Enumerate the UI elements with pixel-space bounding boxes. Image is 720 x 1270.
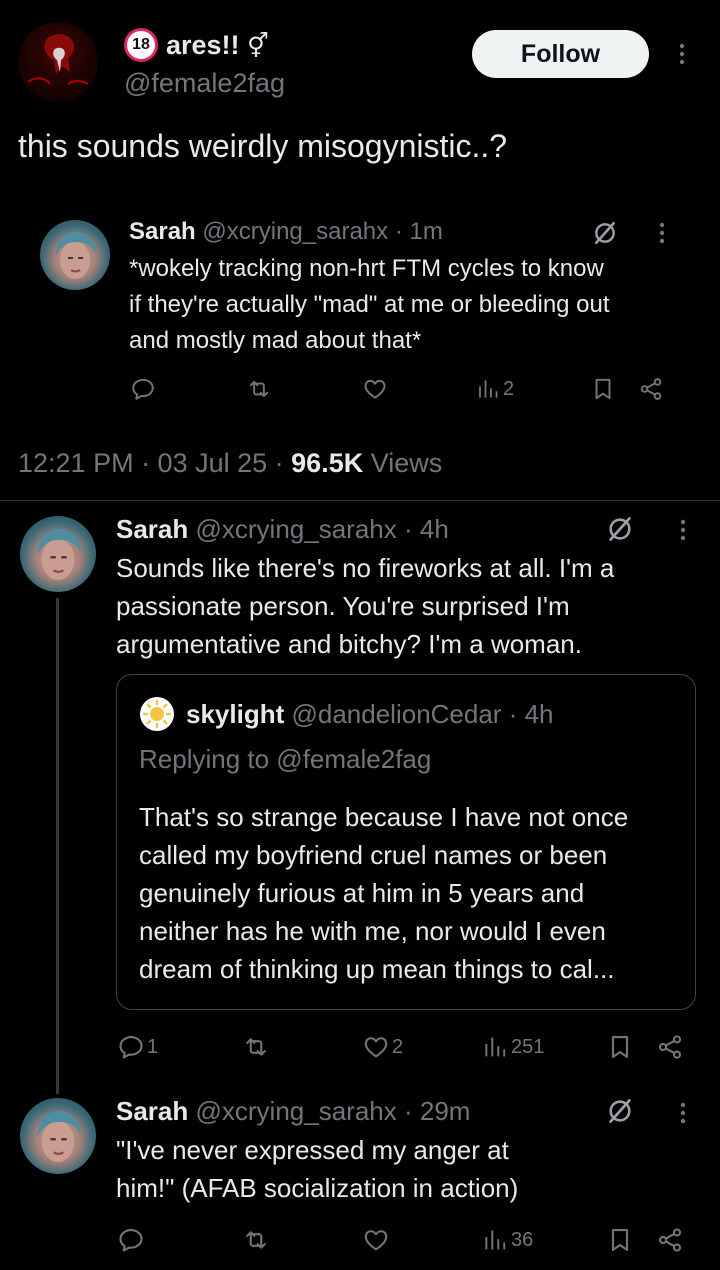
views-count: 251 [511,1035,545,1058]
author-handle[interactable]: @female2fag [124,64,285,102]
reply-text-line: "I've never expressed my anger at [116,1135,509,1165]
bookmark-icon[interactable] [606,1226,634,1254]
quoted-text-line: and mostly mad about that* [129,327,422,354]
views-label: Views [370,448,443,478]
reply-text-line: Sounds like there's no fireworks at all.… [116,553,615,583]
quote-text-line: genuinely furious at him in 5 years and [139,878,585,908]
views-icon [482,1034,508,1060]
thread-line [56,598,59,1094]
views-icon [476,377,500,401]
retweet-icon[interactable] [246,376,272,402]
reply-avatar[interactable] [20,516,96,592]
quote-author-name[interactable]: skylight [186,699,284,729]
views-total: 96.5K [291,448,364,478]
reply-text: Sounds like there's no fireworks at all.… [116,549,614,663]
divider [0,500,720,501]
more-options-icon[interactable] [679,517,687,543]
grok-icon[interactable] [592,220,618,246]
quote-text-line: dream of thinking up mean things to cal.… [139,954,615,984]
reply-time: · 4h [403,514,449,544]
like-icon[interactable] [362,376,388,402]
retweet-icon[interactable] [242,1033,270,1061]
reply-author-handle[interactable]: @xcrying_sarahx [196,1096,397,1126]
quote-text-line: called my boyfriend cruel names or been [139,840,608,870]
reply-text-line: argumentative and bitchy? I'm a woman. [116,629,582,659]
reply-text-line: him!" (AFAB socialization in action) [116,1173,519,1203]
quote-header: skylight @dandelionCedar · 4h [186,695,554,733]
share-icon[interactable] [638,376,664,402]
grok-icon[interactable] [606,515,634,543]
views-icon [482,1227,508,1253]
replying-to[interactable]: Replying to @female2fag [139,740,431,778]
author-display-name[interactable]: ares!! [166,30,240,60]
author-avatar[interactable] [18,22,98,102]
bookmark-icon[interactable] [590,376,616,402]
tweet-text: this sounds weirdly misogynistic..? [18,128,508,164]
reply-author-name[interactable]: Sarah [116,514,188,544]
more-options-icon[interactable] [678,40,686,68]
reply-time: · 29m [403,1096,471,1126]
sun-avatar-icon[interactable] [140,697,174,731]
reply-header: Sarah @xcrying_sarahx · 4h [116,510,449,548]
bookmark-icon[interactable] [606,1033,634,1061]
quote-author-handle[interactable]: @dandelionCedar [291,699,501,729]
quoted-text: *wokely tracking non-hrt FTM cycles to k… [129,251,709,359]
views-stat[interactable]: 36 [482,1226,533,1254]
follow-button[interactable]: Follow [472,30,649,78]
like-icon [362,1033,390,1061]
age-badge-icon: 18 [124,28,158,62]
quoted-header: Sarah @xcrying_sarahx · 1m [129,214,443,250]
reply-icon[interactable] [117,1226,145,1254]
reply-text-line: passionate person. You're surprised I'm [116,591,570,621]
quoted-more-icon[interactable] [658,221,666,245]
share-icon[interactable] [656,1033,684,1061]
reply-icon [117,1033,145,1061]
grok-icon[interactable] [606,1097,634,1125]
quote-text: That's so strange because I have not onc… [139,798,628,988]
gender-symbol-icon: ⚥ [247,32,269,60]
reply-count: 1 [147,1035,159,1058]
tweet-meta: 12:21 PM · 03 Jul 25 · 96.5K Views [18,444,442,482]
age-badge-text: 18 [132,36,150,53]
views-count: 36 [511,1228,534,1251]
quoted-author-name[interactable]: Sarah [129,218,196,245]
quoted-time: · 1m [394,218,443,245]
reply-avatar[interactable] [20,1098,96,1174]
more-options-icon[interactable] [679,1100,687,1126]
reply-icon[interactable] [130,376,156,402]
retweet-icon[interactable] [242,1226,270,1254]
views-stat[interactable]: 2 [476,376,514,402]
quoted-author-handle[interactable]: @xcrying_sarahx [202,218,388,245]
quote-text-line: neither has he with me, nor would I even [139,916,606,946]
quote-text-line: That's so strange because I have not onc… [139,802,629,832]
reply-stat[interactable]: 1 [117,1033,158,1061]
timestamp[interactable]: 12:21 PM · 03 Jul 25 · [18,448,284,478]
share-icon[interactable] [656,1226,684,1254]
views-stat[interactable]: 251 [482,1033,544,1061]
quoted-text-line: if they're actually "mad" at me or bleed… [129,291,610,318]
reply-author-handle[interactable]: @xcrying_sarahx [196,514,397,544]
like-stat[interactable]: 2 [362,1033,403,1061]
like-icon[interactable] [362,1226,390,1254]
author-name-row[interactable]: ares!! ⚥ [166,26,269,65]
views-count: 2 [503,377,515,400]
quoted-author-avatar[interactable] [40,220,110,290]
reply-author-name[interactable]: Sarah [116,1096,188,1126]
quoted-text-line: *wokely tracking non-hrt FTM cycles to k… [129,255,604,282]
reply-text: "I've never expressed my anger at him!" … [116,1131,518,1207]
like-count: 2 [392,1035,404,1058]
quote-time: · 4h [508,699,554,729]
reply-header: Sarah @xcrying_sarahx · 29m [116,1092,470,1130]
